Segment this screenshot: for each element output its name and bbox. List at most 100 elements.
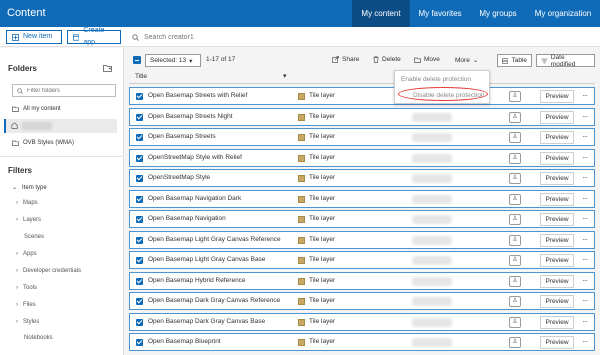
preview-button[interactable]: Preview: [540, 110, 574, 124]
item-title[interactable]: Open Basemap Blueprint: [148, 338, 221, 345]
row-checkbox[interactable]: [136, 93, 143, 100]
row-more-icon[interactable]: ···: [582, 296, 588, 305]
row-more-icon[interactable]: ···: [582, 317, 588, 326]
row-checkbox[interactable]: [136, 339, 143, 346]
row-checkbox[interactable]: [136, 134, 143, 141]
tab-my-favorites[interactable]: My favorites: [410, 0, 470, 27]
row-more-icon[interactable]: ···: [582, 194, 588, 203]
row-checkbox[interactable]: [136, 277, 143, 285]
item-title[interactable]: Open Basemap Light Gray Canvas Reference: [148, 236, 281, 243]
row-checkbox[interactable]: [136, 257, 143, 264]
folder-selected-user[interactable]: [4, 119, 117, 133]
folder-all-my-content[interactable]: All my content: [12, 106, 61, 112]
table-row[interactable]: Open Basemap Navigation Dark Tile layer …: [129, 189, 595, 208]
filter-item-tools[interactable]: › Tools: [16, 285, 37, 291]
filter-item-files[interactable]: › Files: [16, 302, 36, 308]
more-button[interactable]: More ⌄: [455, 56, 478, 65]
item-title[interactable]: Open Basemap Navigation Dark: [148, 195, 241, 202]
filter-folders-input[interactable]: [27, 87, 112, 94]
folder-ovb-styles[interactable]: OVB Styles (WMA): [12, 140, 74, 146]
preview-button[interactable]: Preview: [540, 131, 574, 144]
item-title[interactable]: Open Basemap Streets: [148, 133, 216, 140]
row-checkbox[interactable]: [136, 175, 143, 182]
item-title[interactable]: Open Basemap Navigation: [148, 215, 226, 222]
item-title[interactable]: OpenStreetMap Style with Relief: [148, 154, 242, 161]
item-title[interactable]: Open Basemap Streets with Relief: [148, 92, 247, 99]
share-button[interactable]: Share: [332, 56, 359, 63]
item-title[interactable]: Open Basemap Light Gray Canvas Base: [148, 256, 265, 263]
row-checkbox[interactable]: [136, 154, 143, 162]
table-row[interactable]: OpenStreetMap Style with Relief Tile lay…: [129, 148, 595, 167]
item-title[interactable]: Open Basemap Streets Night: [148, 113, 233, 120]
row-checkbox[interactable]: [136, 298, 143, 305]
sharing-owner-icon[interactable]: ♙: [509, 214, 521, 225]
preview-button[interactable]: Preview: [540, 274, 574, 288]
row-checkbox[interactable]: [136, 113, 143, 121]
table-row[interactable]: Open Basemap Light Gray Canvas Reference…: [129, 230, 595, 249]
table-view-button[interactable]: Table: [497, 54, 532, 67]
sharing-owner-icon[interactable]: ♙: [509, 234, 521, 246]
menu-item-enable-delete-protection[interactable]: Enable delete protection: [395, 76, 491, 83]
new-folder-icon[interactable]: [103, 64, 112, 72]
sharing-owner-icon[interactable]: ♙: [509, 173, 521, 184]
filter-item-styles[interactable]: › Styles: [16, 319, 39, 325]
search-input[interactable]: [144, 33, 394, 41]
item-title[interactable]: Open Basemap Dark Gray Canvas Reference: [148, 297, 280, 304]
preview-button[interactable]: Preview: [540, 90, 574, 103]
row-checkbox[interactable]: [136, 236, 143, 244]
preview-button[interactable]: Preview: [540, 192, 574, 206]
sharing-owner-icon[interactable]: ♙: [509, 337, 521, 348]
new-item-button[interactable]: New item: [6, 30, 62, 44]
sharing-owner-icon[interactable]: ♙: [509, 193, 521, 205]
table-row[interactable]: Open Basemap Dark Gray Canvas Base Tile …: [129, 312, 595, 331]
row-more-icon[interactable]: ···: [582, 153, 588, 162]
filter-item-apps[interactable]: › Apps: [16, 251, 37, 257]
table-row[interactable]: Open Basemap Dark Gray Canvas Reference …: [129, 292, 595, 310]
row-more-icon[interactable]: ···: [582, 173, 588, 182]
tab-my-organization[interactable]: My organization: [526, 0, 600, 27]
create-app-button[interactable]: Create app: [67, 27, 121, 46]
preview-button[interactable]: Preview: [540, 172, 574, 185]
sharing-owner-icon[interactable]: ♙: [509, 111, 521, 123]
filter-item-maps[interactable]: › Maps: [16, 200, 38, 206]
row-checkbox[interactable]: [136, 216, 143, 223]
row-more-icon[interactable]: ···: [582, 112, 588, 121]
table-row[interactable]: Open Basemap Streets Tile layer ♙ Previe…: [129, 128, 595, 146]
table-row[interactable]: OpenStreetMap Style Tile layer ♙ Preview…: [129, 169, 595, 187]
tab-my-groups[interactable]: My groups: [470, 0, 526, 27]
sharing-owner-icon[interactable]: ♙: [509, 132, 521, 143]
preview-button[interactable]: Preview: [540, 295, 574, 308]
preview-button[interactable]: Preview: [540, 336, 574, 349]
filter-item-scenes[interactable]: Scenes: [24, 234, 44, 240]
sharing-owner-icon[interactable]: ♙: [509, 316, 521, 328]
filter-item-developer-credentials[interactable]: › Developer credentials: [16, 268, 81, 274]
sharing-owner-icon[interactable]: ♙: [509, 152, 521, 164]
sharing-owner-icon[interactable]: ♙: [509, 275, 521, 287]
preview-button[interactable]: Preview: [540, 213, 574, 226]
move-button[interactable]: Move: [414, 56, 440, 63]
row-more-icon[interactable]: ···: [582, 214, 588, 223]
item-title[interactable]: Open Basemap Dark Gray Canvas Base: [148, 318, 265, 325]
item-title[interactable]: OpenStreetMap Style: [148, 174, 210, 181]
select-all-checkbox[interactable]: [133, 56, 141, 64]
sort-button[interactable]: Date modified: [536, 54, 595, 68]
sort-caret-icon[interactable]: ▾: [283, 72, 287, 80]
table-row[interactable]: Open Basemap Light Gray Canvas Base Tile…: [129, 251, 595, 269]
table-row[interactable]: Open Basemap Streets with Relief Tile la…: [129, 87, 595, 105]
row-more-icon[interactable]: ···: [582, 91, 588, 100]
row-more-icon[interactable]: ···: [582, 255, 588, 264]
preview-button[interactable]: Preview: [540, 233, 574, 247]
filter-group-item-type[interactable]: ⌄ Item type: [12, 184, 47, 192]
table-row[interactable]: Open Basemap Streets Night Tile layer ♙ …: [129, 107, 595, 126]
row-more-icon[interactable]: ···: [582, 235, 588, 244]
row-checkbox[interactable]: [136, 318, 143, 326]
sharing-owner-icon[interactable]: ♙: [509, 296, 521, 307]
preview-button[interactable]: Preview: [540, 254, 574, 267]
table-row[interactable]: Open Basemap Blueprint Tile layer ♙ Prev…: [129, 333, 595, 351]
table-row[interactable]: Open Basemap Navigation Tile layer ♙ Pre…: [129, 210, 595, 228]
selected-count-dropdown[interactable]: Selected: 13 ▾: [145, 54, 201, 67]
table-row[interactable]: Open Basemap Hybrid Reference Tile layer…: [129, 271, 595, 290]
row-checkbox[interactable]: [136, 195, 143, 203]
row-more-icon[interactable]: ···: [582, 132, 588, 141]
title-column-header[interactable]: Title: [135, 73, 147, 80]
